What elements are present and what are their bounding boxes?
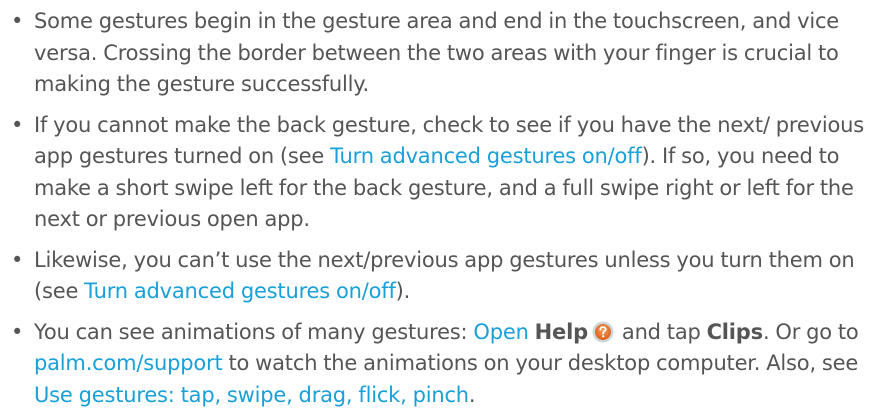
help-app-icon [592, 321, 614, 343]
list-item: • Some gestures begin in the gesture are… [0, 6, 871, 101]
bullet-text: You can see animations of many gestures: [34, 320, 473, 344]
bullet-text: . [469, 383, 475, 407]
bullet-dot: • [11, 245, 23, 277]
bullet-list: • Some gestures begin in the gesture are… [0, 0, 871, 411]
link-advanced-gestures[interactable]: Turn advanced gestures on/off [330, 144, 641, 168]
bullet-dot: • [11, 317, 23, 349]
help-label: Help [535, 320, 588, 344]
list-item: • You can see animations of many gesture… [0, 317, 871, 411]
link-advanced-gestures[interactable]: Turn advanced gestures on/off [84, 279, 395, 303]
bullet-text: . Or go to [763, 320, 859, 344]
bullet-text: and tap [616, 320, 707, 344]
link-open[interactable]: Open [473, 320, 528, 344]
link-palm-support[interactable]: palm.com/support [34, 351, 223, 375]
clips-label: Clips [707, 320, 763, 344]
bullet-text: ). [396, 279, 410, 303]
bullet-dot: • [11, 110, 23, 142]
bullet-text: Some gestures begin in the gesture area … [34, 9, 839, 96]
link-use-gestures[interactable]: Use gestures: tap, swipe, drag, flick, p… [34, 383, 469, 407]
list-item: • Likewise, you can’t use the next/previ… [0, 245, 871, 308]
bullet-dot: • [11, 6, 23, 38]
bullet-text: to watch the animations on your desktop … [223, 351, 859, 375]
list-item: • If you cannot make the back gesture, c… [0, 110, 871, 236]
